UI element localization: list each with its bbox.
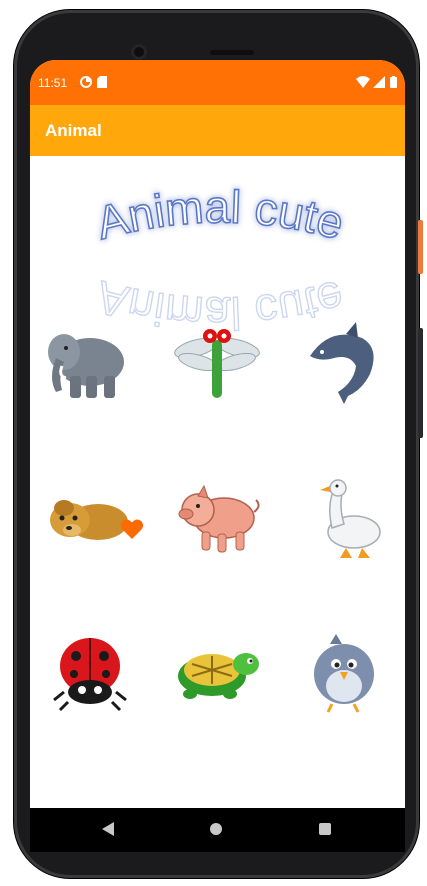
animal-elephant[interactable] [42, 318, 132, 408]
animal-goose[interactable] [302, 472, 392, 562]
recents-icon[interactable] [319, 823, 331, 835]
volume-button [418, 328, 423, 438]
status-bar: 11:51 [30, 60, 405, 105]
bird-icon [314, 634, 374, 713]
dolphin-icon [310, 322, 374, 404]
battery-icon [390, 76, 397, 91]
wifi-icon [356, 76, 370, 91]
app-title: Animal [45, 121, 102, 140]
dog-icon [50, 500, 128, 540]
banner-title: Animal cute [91, 180, 349, 249]
cell-signal-icon [373, 76, 385, 91]
power-button [418, 220, 423, 274]
ladybug-icon [53, 638, 127, 712]
front-camera-icon [131, 44, 147, 60]
app-bar: Animal [30, 105, 405, 156]
screen: 11:51 Animal Animal cute Animal cute [30, 60, 405, 808]
animal-dog[interactable] [42, 472, 132, 562]
sd-card-icon [97, 76, 107, 91]
data-saver-icon [80, 76, 92, 91]
animal-turtle[interactable] [172, 624, 262, 714]
banner: Animal cute Animal cute [60, 175, 380, 341]
animal-ladybug[interactable] [44, 622, 134, 712]
system-nav-bar [30, 808, 405, 852]
speaker-grille [210, 50, 254, 55]
pig-icon [178, 484, 260, 553]
favorite-button[interactable] [120, 518, 144, 540]
animal-dolphin[interactable] [300, 318, 390, 408]
dragonfly-icon [174, 329, 260, 398]
home-icon[interactable] [210, 823, 222, 835]
status-time: 11:51 [38, 76, 68, 90]
turtle-icon [178, 653, 259, 699]
heart-icon [120, 519, 144, 539]
goose-icon [320, 479, 381, 558]
animal-bird[interactable] [300, 624, 390, 714]
animal-pig[interactable] [172, 472, 262, 562]
animal-dragonfly[interactable] [172, 318, 262, 408]
back-icon[interactable] [102, 822, 114, 841]
elephant-icon [48, 334, 124, 398]
